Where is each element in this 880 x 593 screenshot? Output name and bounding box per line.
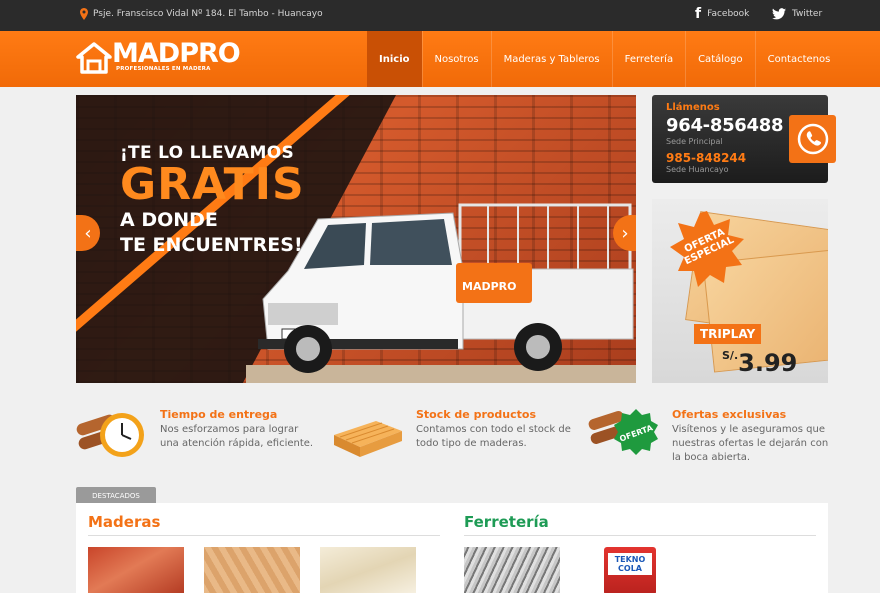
logo[interactable]: MADPRO PROFESIONALES EN MADERA: [76, 39, 241, 76]
pickup-truck-image: MADPRO: [258, 203, 634, 373]
logo-wordmark: MADPRO: [112, 38, 241, 69]
hero-headline-3: A DONDE: [120, 209, 218, 231]
logo-mad: MAD: [112, 38, 180, 69]
main-nav: Inicio Nosotros Maderas y Tableros Ferre…: [367, 31, 842, 87]
special-offer-banner[interactable]: OFERTA ESPECIAL TRIPLAY S/.3.99: [652, 199, 828, 383]
logo-tagline: PROFESIONALES EN MADERA: [116, 66, 211, 72]
truck-door-logo: MADPRO: [462, 280, 516, 293]
facebook-label: Facebook: [707, 9, 750, 19]
address-text: Psje. Franscisco Vidal Nº 184. El Tambo …: [93, 9, 323, 19]
nav-item-catalogo[interactable]: Catálogo: [685, 31, 755, 87]
main-header: MADPRO PROFESIONALES EN MADERA Inicio No…: [0, 31, 880, 87]
product-thumb-nails[interactable]: [464, 547, 560, 593]
feature-description: Visítenos y le aseguramos que nuestras o…: [672, 424, 829, 463]
glue-label: TEKNO COLA: [608, 553, 652, 575]
facebook-icon: f: [695, 6, 702, 22]
product-thumb-plywood[interactable]: [204, 547, 300, 593]
clock-wood-icon: [76, 413, 144, 457]
nav-item-nosotros[interactable]: Nosotros: [421, 31, 491, 87]
offer-price: S/.3.99: [722, 349, 797, 377]
section-title-ferreteria[interactable]: Ferretería: [464, 513, 549, 531]
twitter-label: Twitter: [792, 9, 823, 19]
nav-item-ferreteria[interactable]: Ferretería: [611, 31, 685, 87]
chevron-right-icon: ›: [621, 222, 629, 244]
map-pin-icon: [80, 8, 88, 20]
product-thumb-glue[interactable]: TEKNO COLA: [604, 547, 656, 593]
offer-badge-icon: OFERTA: [588, 409, 658, 455]
section-divider: [88, 535, 440, 536]
feature-description: Contamos con todo el stock de todo tipo …: [416, 424, 571, 449]
product-thumb-red-wood[interactable]: [88, 547, 184, 593]
featured-tab[interactable]: DESTACADOS: [76, 487, 156, 504]
logo-pro: PRO: [179, 38, 241, 69]
nav-item-maderas[interactable]: Maderas y Tableros: [490, 31, 612, 87]
feature-title: Ofertas exclusivas: [672, 408, 787, 421]
nav-item-contactenos[interactable]: Contactenos: [754, 31, 843, 87]
twitter-link[interactable]: Twitter: [772, 8, 822, 20]
featured-panel: Maderas Ferretería TEKNO COLA: [76, 503, 828, 593]
call-button[interactable]: [789, 115, 836, 163]
product-thumb-light-wood[interactable]: [320, 547, 416, 593]
wood-planks-icon: [334, 421, 402, 457]
address: Psje. Franscisco Vidal Nº 184. El Tambo …: [80, 8, 323, 20]
call-second-number[interactable]: 985-848244: [666, 151, 746, 165]
feature-description: Nos esforzamos para lograr una atención …: [160, 424, 314, 449]
hero-slider: ¡TE LO LLEVAMOS GRATIS A DONDE TE ENCUEN…: [76, 95, 636, 383]
call-second-label: Sede Huancayo: [666, 165, 729, 174]
twitter-icon: [772, 8, 786, 20]
offer-product: TRIPLAY: [694, 324, 762, 344]
offer-currency: S/.: [722, 349, 739, 362]
nav-item-inicio[interactable]: Inicio: [367, 31, 422, 87]
offer-price-value: 3.99: [738, 349, 798, 377]
call-title: Llámenos: [666, 102, 720, 113]
facebook-link[interactable]: f Facebook: [695, 6, 750, 22]
section-divider: [464, 535, 816, 536]
top-bar: Psje. Franscisco Vidal Nº 184. El Tambo …: [0, 0, 880, 31]
phone-icon: [797, 123, 828, 155]
call-main-label: Sede Principal: [666, 137, 723, 146]
section-title-maderas[interactable]: Maderas: [88, 513, 160, 531]
house-icon: [76, 42, 112, 74]
chevron-left-icon: ‹: [84, 222, 92, 244]
feature-title: Tiempo de entrega: [160, 408, 278, 421]
feature-title: Stock de productos: [416, 408, 537, 421]
call-main-number[interactable]: 964-856488: [666, 115, 784, 136]
